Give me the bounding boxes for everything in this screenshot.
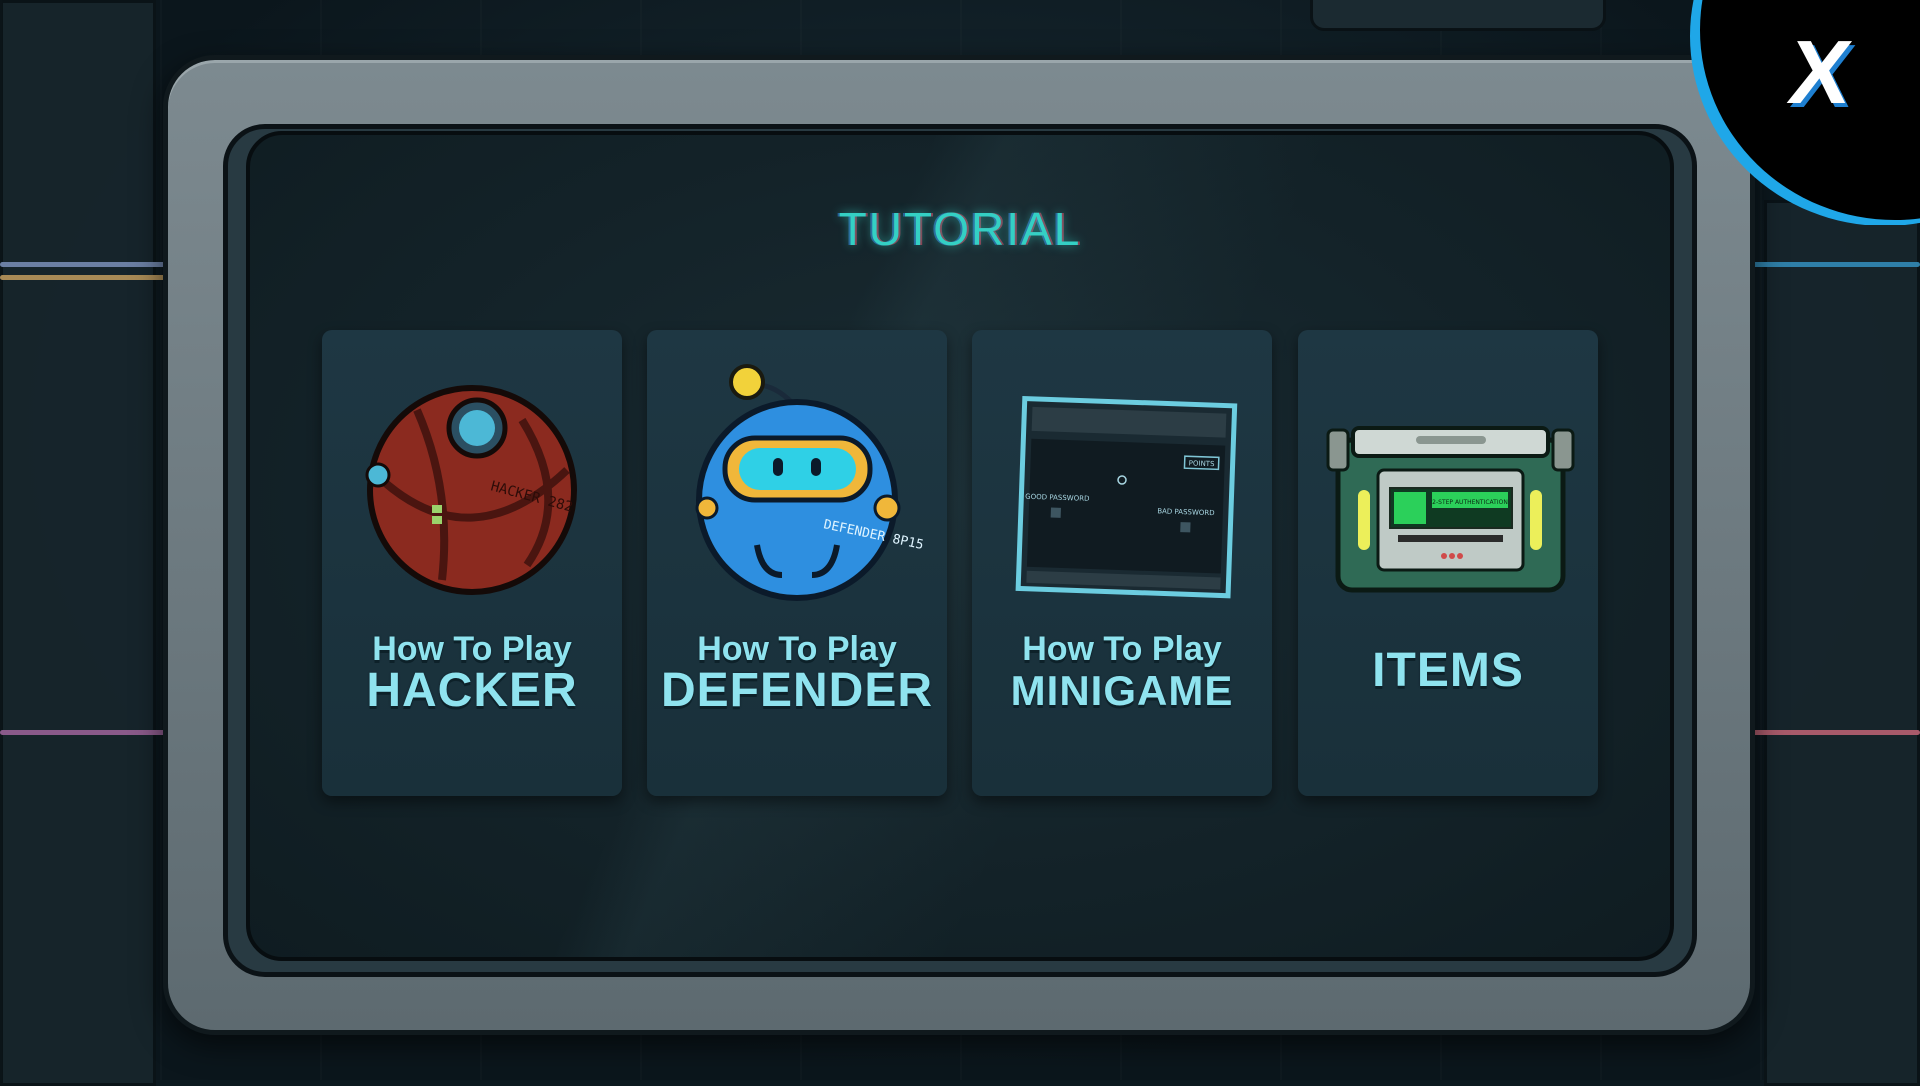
left-wall-pipe [0, 0, 156, 1086]
minigame-console-icon: POINTS GOOD PASSWORD BAD PASSWORD [1015, 395, 1238, 599]
card-line2: MINIGAME [1010, 667, 1234, 714]
cable [0, 730, 170, 735]
card-how-to-play-minigame[interactable]: POINTS GOOD PASSWORD BAD PASSWORD How To… [972, 330, 1272, 796]
right-wall-pipe [1764, 200, 1920, 1086]
crate-label: 2-STEP AUTHENTICATION [1432, 499, 1508, 506]
card-items[interactable]: 2-STEP AUTHENTICATION ITEMS [1298, 330, 1598, 796]
cable [1750, 262, 1920, 267]
top-vent [1310, 0, 1606, 31]
card-line1: How To Play [1022, 630, 1222, 668]
card-line2: DEFENDER [660, 664, 934, 717]
hacker-robot-ball-icon: HACKER 282 [365, 385, 577, 595]
card-line1: How To Play [697, 630, 897, 668]
minigame-points-label: POINTS [1189, 459, 1216, 468]
card-how-to-play-defender[interactable]: DEFENDER 8P15 How To Play DEFENDER [647, 330, 947, 796]
close-button[interactable]: X [1670, 0, 1920, 225]
card-line1: How To Play [372, 630, 572, 668]
defender-robot-ball-icon: DEFENDER 8P15 [695, 364, 925, 601]
cable [0, 275, 170, 280]
card-line2: HACKER [366, 664, 578, 717]
page-title: TUTORIAL [838, 203, 1082, 255]
tutorial-cards: HACKER 282 How To Play HACKER DEFENDER 8… [322, 330, 1600, 796]
card-line2: ITEMS [1372, 644, 1524, 697]
item-crate-icon: 2-STEP AUTHENTICATION [1326, 426, 1575, 593]
cable [0, 262, 170, 267]
cable [1750, 730, 1920, 735]
card-how-to-play-hacker[interactable]: HACKER 282 How To Play HACKER [322, 330, 622, 796]
